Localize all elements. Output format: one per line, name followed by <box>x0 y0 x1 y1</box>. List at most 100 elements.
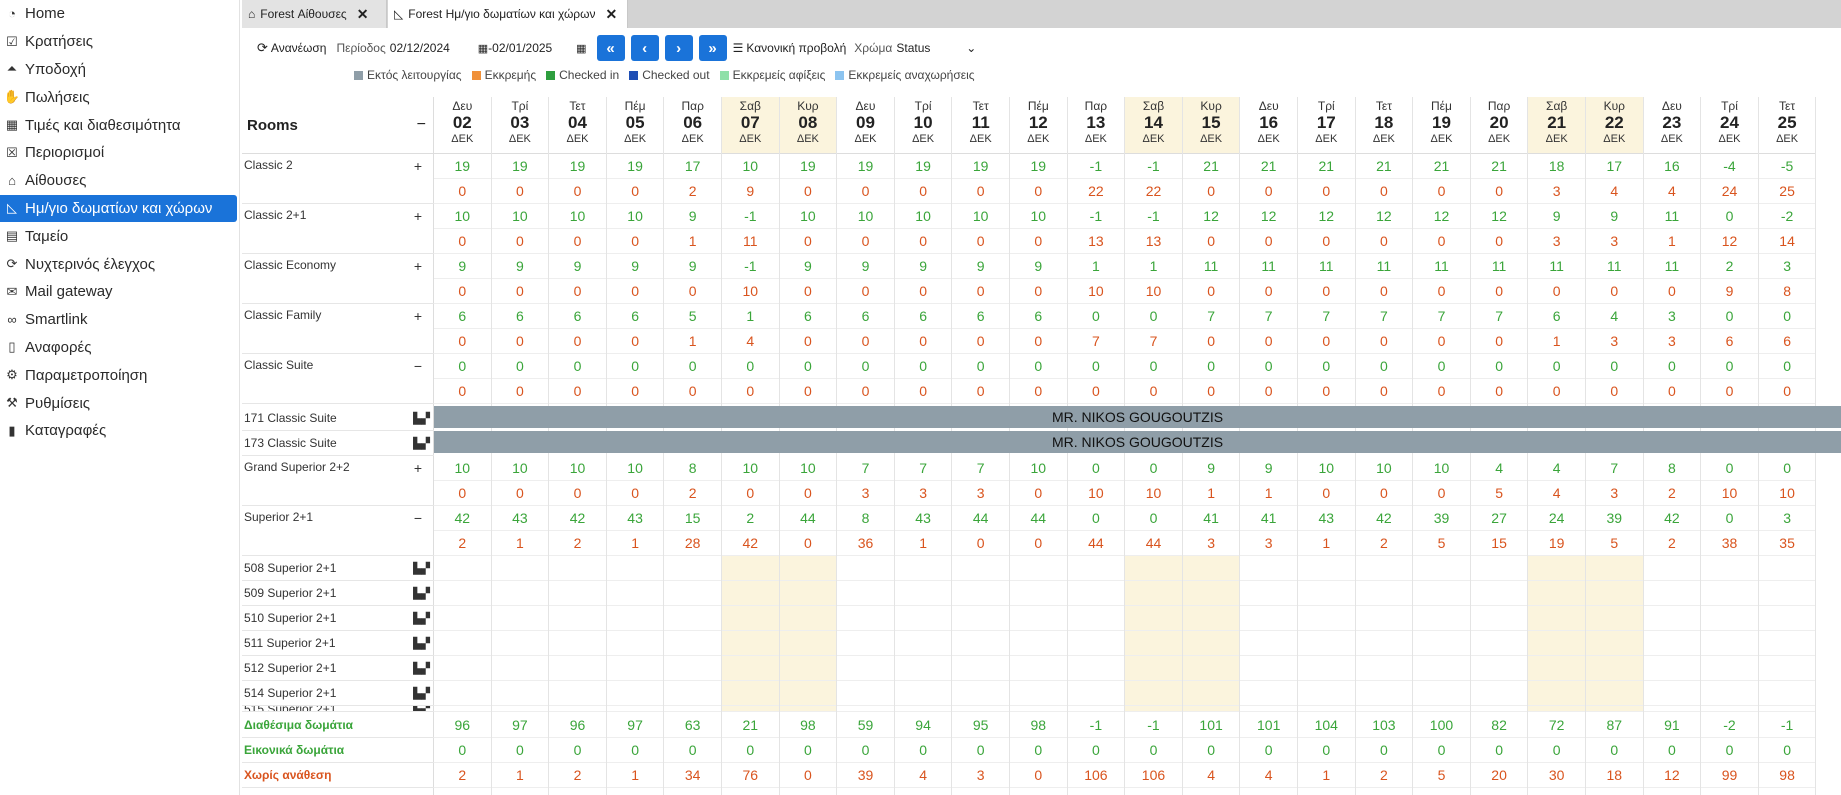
unassigned-cell[interactable]: 0 <box>779 179 837 204</box>
available-cell[interactable]: 0 <box>1701 456 1758 481</box>
unassigned-cell[interactable]: 0 <box>1470 379 1528 404</box>
available-cell[interactable]: 10 <box>779 456 837 481</box>
room-day-cell[interactable] <box>549 556 606 581</box>
room-day-cell[interactable] <box>1758 556 1816 581</box>
available-cell[interactable]: 0 <box>1298 354 1355 379</box>
room-day-cell[interactable] <box>434 656 491 681</box>
available-cell[interactable]: 7 <box>1413 304 1470 329</box>
next-button[interactable]: › <box>664 35 693 61</box>
available-cell[interactable]: 7 <box>1470 304 1528 329</box>
unassigned-cell[interactable]: 7 <box>1125 329 1182 354</box>
available-cell[interactable]: 7 <box>894 456 952 481</box>
available-cell[interactable]: 19 <box>434 154 491 179</box>
unassigned-cell[interactable]: 36 <box>837 531 894 556</box>
available-cell[interactable]: 43 <box>606 506 664 531</box>
available-cell[interactable]: 10 <box>1355 456 1413 481</box>
room-day-cell[interactable] <box>1067 631 1125 656</box>
unassigned-cell[interactable]: 3 <box>1528 179 1585 204</box>
available-cell[interactable]: 44 <box>779 506 837 531</box>
unassigned-cell[interactable]: 0 <box>606 179 664 204</box>
unassigned-cell[interactable]: 11 <box>722 229 779 254</box>
available-cell[interactable]: 7 <box>1355 304 1413 329</box>
room-day-cell[interactable] <box>1240 556 1297 581</box>
room-day-cell[interactable] <box>1240 681 1297 706</box>
unassigned-cell[interactable]: 0 <box>1355 329 1413 354</box>
available-cell[interactable]: 6 <box>1010 304 1067 329</box>
room-day-cell[interactable] <box>1643 581 1701 606</box>
room-day-cell[interactable] <box>1355 606 1413 631</box>
available-cell[interactable]: 0 <box>1067 456 1125 481</box>
available-cell[interactable]: 4 <box>1586 304 1643 329</box>
unassigned-cell[interactable]: 0 <box>1240 329 1297 354</box>
unassigned-cell[interactable]: 0 <box>1758 379 1816 404</box>
unassigned-cell[interactable]: 0 <box>1067 379 1125 404</box>
unassigned-cell[interactable]: 0 <box>491 481 549 506</box>
room-day-cell[interactable] <box>606 681 664 706</box>
room-day-cell[interactable] <box>1298 556 1355 581</box>
unassigned-cell[interactable]: 0 <box>952 379 1009 404</box>
room-day-cell[interactable] <box>722 631 779 656</box>
unassigned-cell[interactable]: 3 <box>1643 329 1701 354</box>
room-unit-row[interactable]: 508 Superior 2+1 ▙▞ <box>242 556 434 581</box>
room-day-cell[interactable] <box>1355 581 1413 606</box>
available-cell[interactable]: 19 <box>1010 154 1067 179</box>
room-day-cell[interactable] <box>549 581 606 606</box>
unassigned-cell[interactable]: 0 <box>1298 481 1355 506</box>
room-day-cell[interactable] <box>1182 706 1240 712</box>
unassigned-cell[interactable]: 2 <box>664 179 721 204</box>
available-cell[interactable]: 6 <box>1528 304 1585 329</box>
room-day-cell[interactable] <box>1067 581 1125 606</box>
room-day-cell[interactable] <box>837 631 894 656</box>
available-cell[interactable]: 9 <box>952 254 1009 279</box>
unassigned-cell[interactable]: 0 <box>549 379 606 404</box>
room-day-cell[interactable] <box>549 606 606 631</box>
available-cell[interactable]: 10 <box>952 204 1009 229</box>
room-unit-row[interactable]: 509 Superior 2+1 ▙▞ <box>242 581 434 606</box>
room-day-cell[interactable] <box>1528 581 1585 606</box>
room-day-cell[interactable] <box>1528 631 1585 656</box>
unassigned-cell[interactable]: 10 <box>1701 481 1758 506</box>
available-cell[interactable]: 6 <box>434 304 491 329</box>
available-cell[interactable]: 27 <box>1470 506 1528 531</box>
unassigned-cell[interactable]: 3 <box>1586 481 1643 506</box>
unassigned-cell[interactable]: 1 <box>606 531 664 556</box>
available-cell[interactable]: -1 <box>1125 154 1182 179</box>
unassigned-cell[interactable]: 0 <box>1643 379 1701 404</box>
room-day-cell[interactable] <box>1701 706 1758 712</box>
available-cell[interactable]: 21 <box>1413 154 1470 179</box>
available-cell[interactable]: -1 <box>722 204 779 229</box>
unassigned-cell[interactable]: 0 <box>779 531 837 556</box>
available-cell[interactable]: 0 <box>1701 204 1758 229</box>
tab-forest-room-calendar[interactable]: ◺ Forest Ημ/γιο δωματίων και χώρων ✕ <box>388 0 628 28</box>
available-cell[interactable]: 9 <box>1010 254 1067 279</box>
room-day-cell[interactable] <box>1470 631 1528 656</box>
unassigned-cell[interactable]: 0 <box>1413 179 1470 204</box>
unassigned-cell[interactable]: 0 <box>434 229 491 254</box>
sidebar-item-9[interactable]: ⟳ Νυχτερινός έλεγχος <box>0 250 239 278</box>
room-day-cell[interactable] <box>1067 556 1125 581</box>
available-cell[interactable]: 0 <box>606 354 664 379</box>
room-day-cell[interactable] <box>1067 606 1125 631</box>
unassigned-cell[interactable]: 0 <box>1010 379 1067 404</box>
available-cell[interactable]: 21 <box>1240 154 1297 179</box>
available-cell[interactable]: 19 <box>779 154 837 179</box>
available-cell[interactable]: 9 <box>1528 204 1585 229</box>
room-day-cell[interactable] <box>664 656 721 681</box>
available-cell[interactable]: 0 <box>1125 456 1182 481</box>
unassigned-cell[interactable]: 0 <box>491 279 549 304</box>
available-cell[interactable]: 0 <box>1125 354 1182 379</box>
room-day-cell[interactable] <box>779 656 837 681</box>
unassigned-cell[interactable]: 0 <box>952 329 1009 354</box>
unassigned-cell[interactable]: 0 <box>1355 379 1413 404</box>
room-day-cell[interactable] <box>952 631 1009 656</box>
room-day-cell[interactable] <box>1413 581 1470 606</box>
available-cell[interactable]: 9 <box>434 254 491 279</box>
room-day-cell[interactable] <box>1355 631 1413 656</box>
available-cell[interactable]: -4 <box>1701 154 1758 179</box>
room-day-cell[interactable] <box>779 706 837 712</box>
available-cell[interactable]: 0 <box>837 354 894 379</box>
room-day-cell[interactable] <box>779 556 837 581</box>
room-day-cell[interactable] <box>606 631 664 656</box>
unassigned-cell[interactable]: 2 <box>549 531 606 556</box>
unassigned-cell[interactable]: 0 <box>1701 379 1758 404</box>
